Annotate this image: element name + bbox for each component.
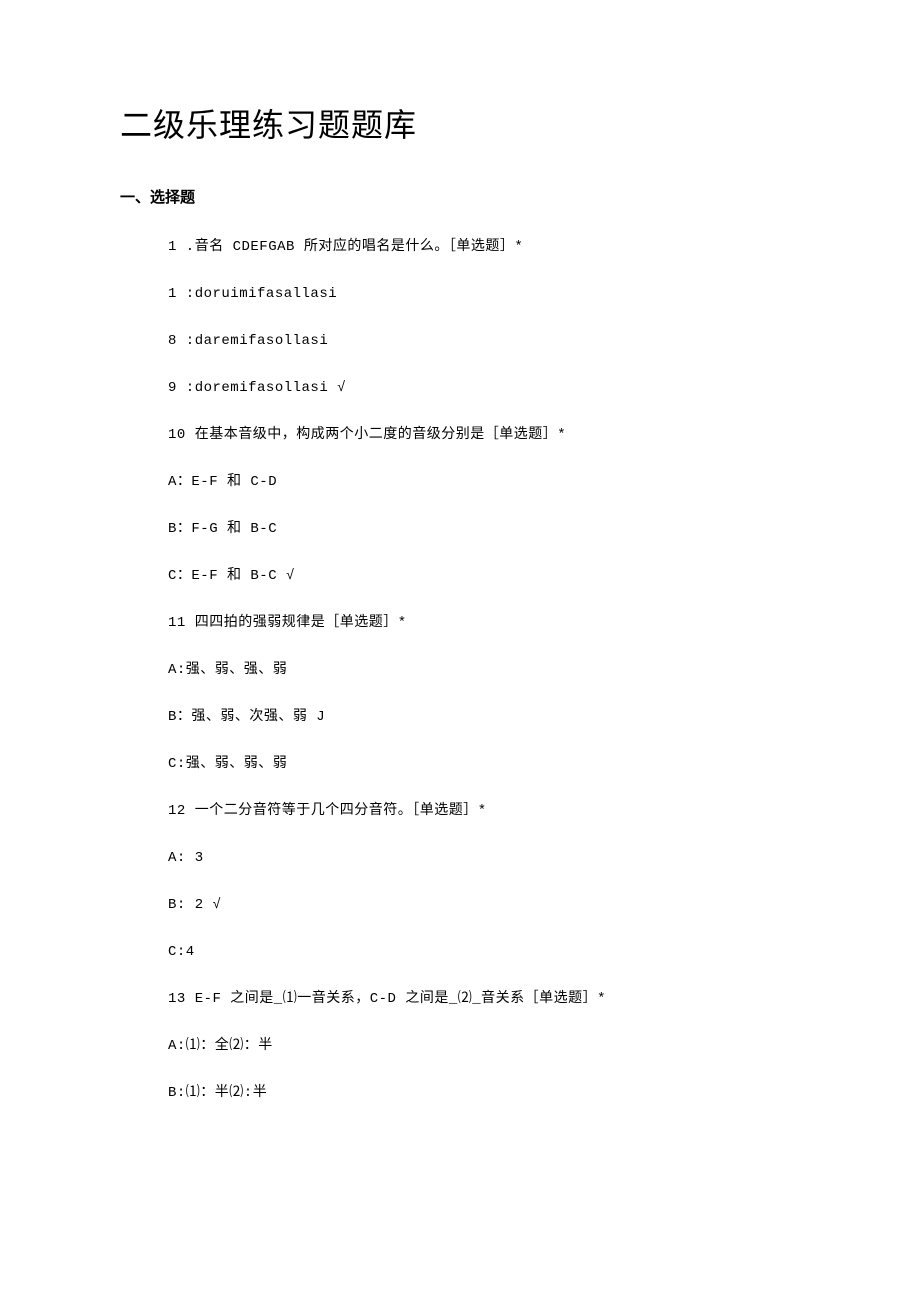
option-text: B:⑴：半⑵:半	[168, 1083, 800, 1104]
option-text: B：强、弱、次强、弱 J	[168, 707, 800, 728]
option-text: A:强、弱、强、弱	[168, 660, 800, 681]
section-heading: 一、选择题	[120, 186, 800, 207]
option-text: A: 3	[168, 848, 800, 869]
option-text: C:4	[168, 942, 800, 963]
option-text: C:强、弱、弱、弱	[168, 754, 800, 775]
question-text: 11 四四拍的强弱规律是［单选题］*	[168, 613, 800, 634]
question-text: 12 一个二分音符等于几个四分音符。［单选题］*	[168, 801, 800, 822]
option-text: 1 :doruimifasallasi	[168, 284, 800, 305]
option-text: A:⑴：全⑵：半	[168, 1036, 800, 1057]
option-text: B: 2 √	[168, 895, 800, 916]
question-text: 10 在基本音级中，构成两个小二度的音级分别是［单选题］*	[168, 425, 800, 446]
option-text: C：E-F 和 B-C √	[168, 566, 800, 587]
option-text: 8 :daremifasollasi	[168, 331, 800, 352]
question-block: 1 .音名 CDEFGAB 所对应的唱名是什么。［单选题］* 1 :doruim…	[120, 237, 800, 1104]
option-text: 9 :doremifasollasi √	[168, 378, 800, 399]
page-title: 二级乐理练习题题库	[120, 100, 800, 146]
question-text: 13 E-F 之间是_⑴一音关系，C-D 之间是_⑵_音关系［单选题］*	[168, 989, 800, 1010]
question-text: 1 .音名 CDEFGAB 所对应的唱名是什么。［单选题］*	[168, 237, 800, 258]
option-text: B：F-G 和 B-C	[168, 519, 800, 540]
option-text: A：E-F 和 C-D	[168, 472, 800, 493]
